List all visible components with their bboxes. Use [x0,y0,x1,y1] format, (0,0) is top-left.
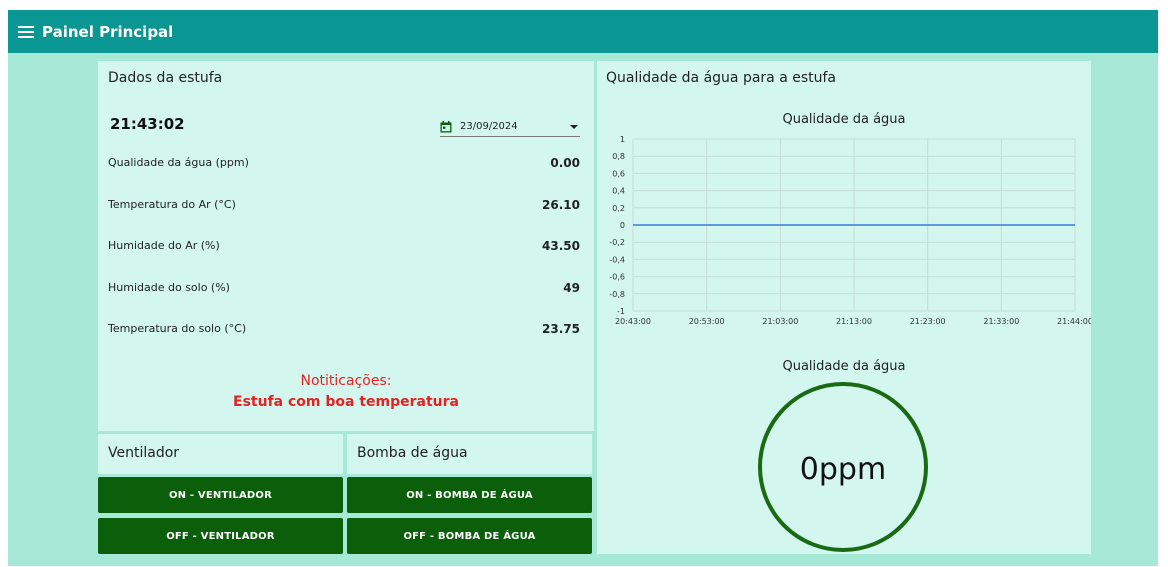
current-time: 21:43:02 [110,115,185,133]
y-tick-label: 0 [620,221,625,230]
pump-panel: Bomba de água [347,434,592,474]
water-quality-line-chart: 1 0,8 0,6 0,4 0,2 0 -0,2 -0,4 -0,6 -0,8 -120:43:00… [609,135,1091,326]
row-value: 26.10 [542,198,580,212]
water-panel-title: Qualidade da água para a estufa [606,70,837,86]
y-tick-label: -0,2 [609,238,625,247]
x-tick-label: 21:13:00 [836,317,872,326]
row-value: 49 [563,281,580,295]
data-row-soil-humidity: Humidade do solo (%) 49 [108,281,580,295]
fan-on-button[interactable]: ON - VENTILADOR [98,477,343,513]
y-tick-label: -0,8 [609,290,625,299]
y-tick-label: -0,4 [609,255,625,264]
gauge-value: 0ppm [800,452,886,487]
notification-message: Estufa com boa temperatura [233,394,459,410]
row-label: Temperatura do Ar (°C) [108,198,236,211]
x-tick-label: 20:53:00 [689,317,725,326]
fan-panel: Ventilador [98,434,343,474]
row-label: Qualidade da água (ppm) [108,156,249,169]
chevron-down-icon[interactable] [570,124,578,129]
hamburger-menu-icon[interactable] [18,25,34,38]
row-label: Humidade do solo (%) [108,281,230,294]
fan-off-button[interactable]: OFF - VENTILADOR [98,518,343,554]
greenhouse-data-panel: Dados da estufa 21:43:02 23/09/2024 Qual… [98,61,594,431]
page-title: Painel Principal [42,22,174,41]
gauge-title: Qualidade da água [782,359,906,374]
row-label: Temperatura do solo (°C) [108,322,247,335]
data-row-air-temperature: Temperatura do Ar (°C) 26.10 [108,198,580,212]
pump-on-button[interactable]: ON - BOMBA DE ÁGUA [347,477,592,513]
row-label: Humidade do Ar (%) [108,239,220,252]
y-tick-label: 0,6 [612,169,625,178]
x-tick-label: 21:44:00 [1057,317,1091,326]
data-row-water-quality: Qualidade da água (ppm) 0.00 [108,156,580,170]
row-value: 43.50 [542,239,580,253]
date-value: 23/09/2024 [460,121,518,132]
y-tick-label: 1 [620,135,625,144]
top-bar: Painel Principal [8,10,1158,53]
chart-title: Qualidade da água [782,112,906,127]
x-tick-label: 20:43:00 [615,317,651,326]
data-row-soil-temperature: Temperatura do solo (°C) 23.75 [108,322,580,336]
x-tick-label: 21:23:00 [910,317,946,326]
pump-off-button[interactable]: OFF - BOMBA DE ÁGUA [347,518,592,554]
y-tick-label: 0,2 [612,204,625,213]
y-tick-label: -0,6 [609,273,625,282]
fan-panel-title: Ventilador [108,445,180,461]
x-tick-label: 21:33:00 [983,317,1019,326]
row-value: 0.00 [550,156,580,170]
y-tick-label: 0,8 [612,152,625,161]
row-value: 23.75 [542,322,580,336]
x-tick-label: 21:03:00 [762,317,798,326]
notification-title: Notiticações: [300,373,392,389]
data-row-air-humidity: Humidade do Ar (%) 43.50 [108,239,580,253]
y-tick-label: 0,4 [612,187,625,196]
water-quality-panel: Qualidade da água para a estufa Qualidad… [597,61,1091,554]
pump-panel-title: Bomba de água [357,445,468,461]
date-picker[interactable]: 23/09/2024 [440,117,580,137]
calendar-icon [440,120,452,132]
greenhouse-panel-title: Dados da estufa [108,70,223,86]
water-quality-gauge: 0ppm [758,382,928,552]
app-frame: Painel Principal Dados da estufa 21:43:0… [8,10,1158,566]
y-tick-label: -1 [617,307,625,316]
